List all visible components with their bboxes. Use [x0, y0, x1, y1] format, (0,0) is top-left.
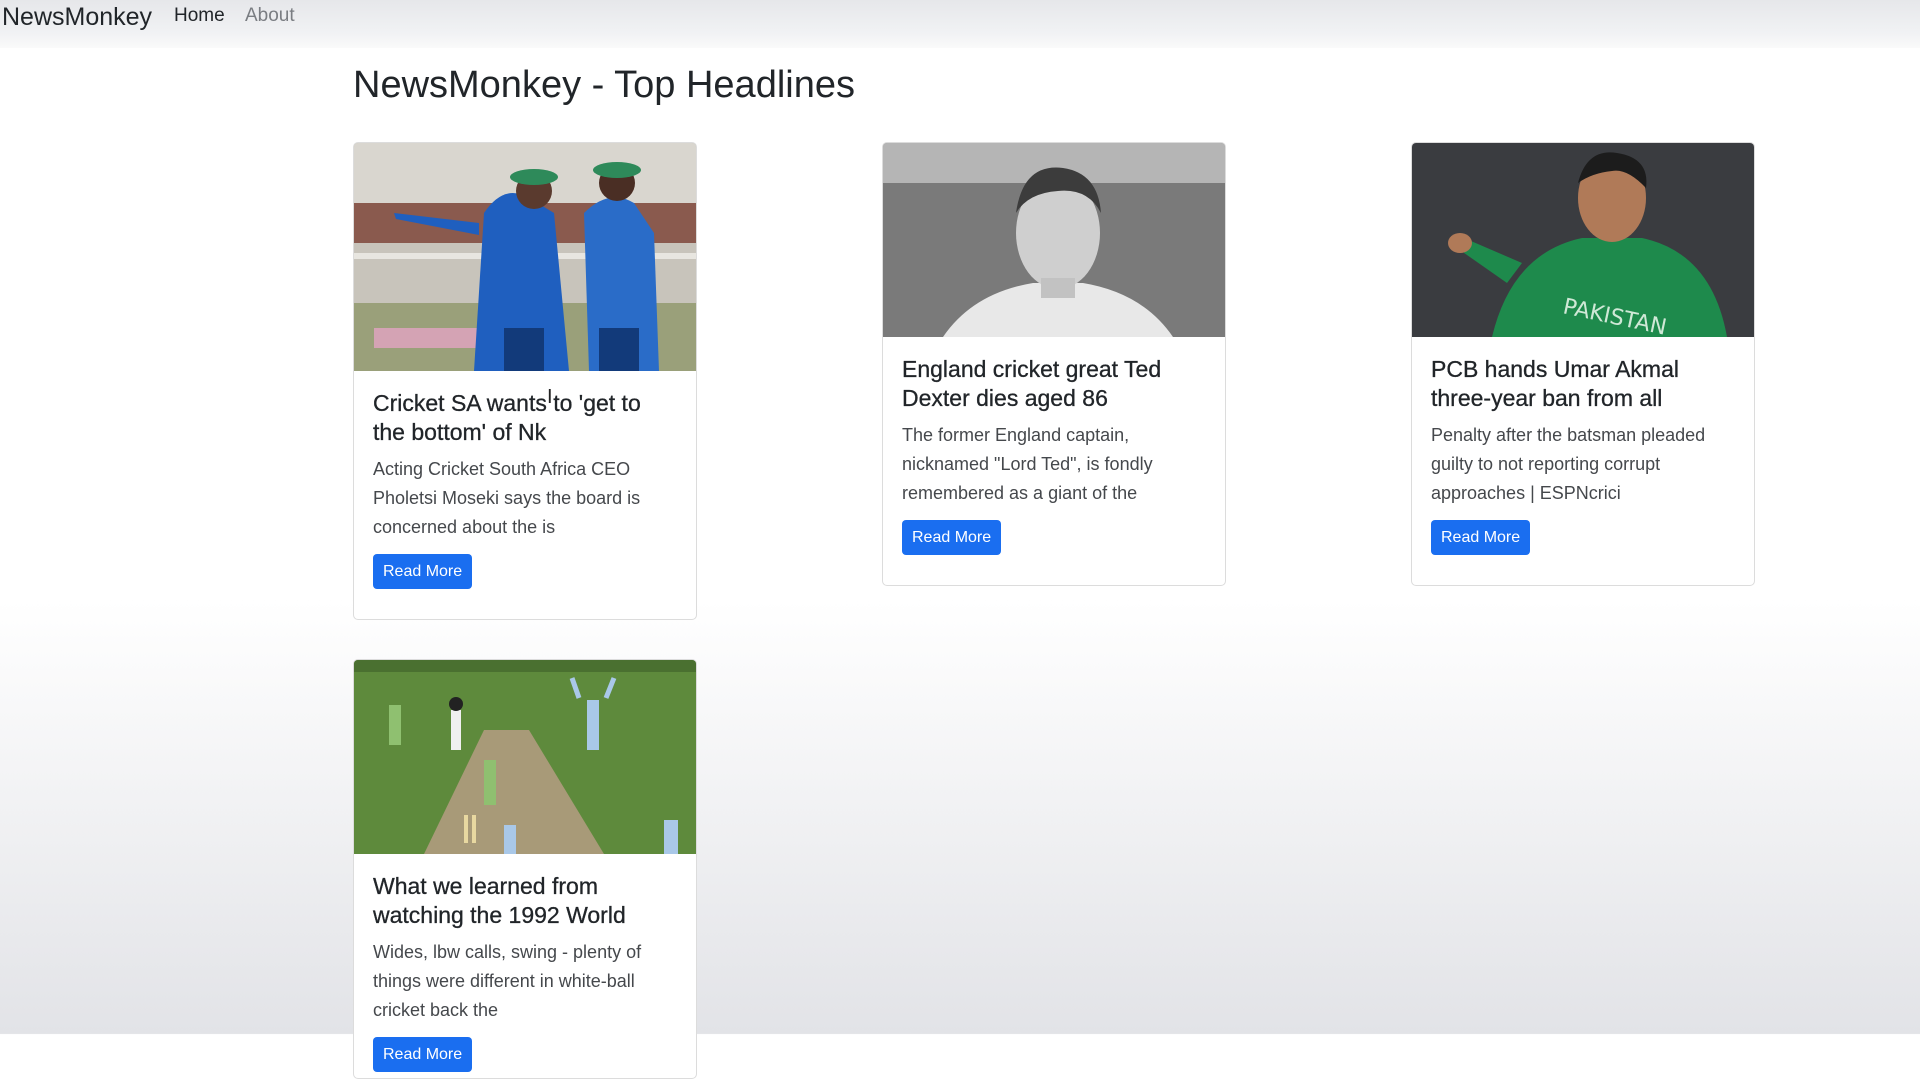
pakistan-player-photo: PAKISTAN [1412, 143, 1754, 337]
card-body: England cricket great Ted Dexter dies ag… [883, 337, 1225, 573]
black-and-white-portrait-photo [883, 143, 1225, 337]
card-body: What we learned from watching the 1992 W… [354, 854, 696, 1078]
card-text: The former England captain, nicknamed "L… [902, 425, 1153, 503]
card-title: What we learned from watching the 1992 W… [373, 873, 626, 928]
page-title: NewsMonkey - Top Headlines [353, 64, 855, 106]
read-more-button[interactable]: Read More [902, 520, 1002, 555]
text-cursor-icon: I [547, 386, 553, 408]
read-more-button[interactable]: Read More [1431, 520, 1531, 555]
cricket-match-photo [354, 660, 696, 854]
news-card: England cricket great Ted Dexter dies ag… [882, 142, 1226, 586]
nav-link-home[interactable]: Home [174, 5, 225, 27]
cricket-coaches-photo [354, 143, 696, 371]
card-title: England cricket great Ted Dexter dies ag… [902, 356, 1162, 411]
card-title: PCB hands Umar Akmal three-year ban from… [1431, 356, 1679, 411]
news-card: Cricket SA wants to 'get to the bottom' … [353, 142, 697, 620]
news-image [354, 143, 696, 371]
card-body: PCB hands Umar Akmal three-year ban from… [1412, 337, 1754, 573]
card-body: Cricket SA wants to 'get to the bottom' … [354, 371, 696, 607]
news-card: PAKISTAN PCB hands Umar Akmal three-year… [1411, 142, 1755, 586]
navbar: NewsMonkey Home About [0, 0, 1920, 48]
brand-logo[interactable]: NewsMonkey [2, 3, 152, 32]
card-title: Cricket SA wants to 'get to the bottom' … [373, 390, 641, 445]
news-image [883, 143, 1225, 337]
read-more-button[interactable]: Read More [373, 1037, 473, 1072]
card-text: Acting Cricket South Africa CEO Pholetsi… [373, 459, 641, 537]
read-more-button[interactable]: Read More [373, 554, 473, 589]
news-image: PAKISTAN [1412, 143, 1754, 337]
news-card: What we learned from watching the 1992 W… [353, 659, 697, 1079]
card-text: Wides, lbw calls, swing - plenty of thin… [373, 942, 642, 1020]
card-text: Penalty after the batsman pleaded guilty… [1431, 425, 1706, 503]
news-image [354, 660, 696, 854]
nav-link-about[interactable]: About [245, 5, 295, 27]
